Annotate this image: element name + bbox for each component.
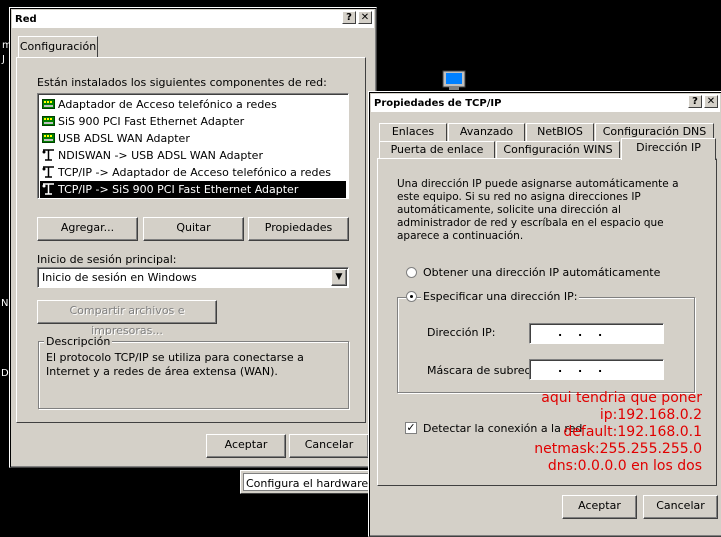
annotation-line: dns:0.0.0.0 en los dos <box>547 458 702 474</box>
add-button[interactable]: Agregar... <box>37 217 138 241</box>
network-adapter-icon <box>42 98 55 110</box>
properties-button[interactable]: Propiedades <box>248 217 349 241</box>
radio-auto-ip[interactable] <box>406 267 417 278</box>
tcpip-window-titlebar[interactable]: Propiedades de TCP/IP ? ✕ <box>371 94 720 112</box>
tab-puerta-enlace[interactable]: Puerta de enlace <box>379 141 495 159</box>
ip-address-dots: . . . <box>558 326 609 339</box>
desktop-fragment: J <box>2 54 5 65</box>
annotation-line: aqui tendria que poner <box>541 390 702 406</box>
close-button[interactable]: ✕ <box>704 95 718 108</box>
help-button[interactable]: ? <box>688 95 702 108</box>
ok-button[interactable]: Aceptar <box>206 434 286 458</box>
desktop-fragment: N <box>1 298 9 309</box>
cancel-button[interactable]: Cancelar <box>289 434 369 458</box>
chevron-down-icon[interactable]: ▼ <box>331 269 347 286</box>
list-item[interactable]: USB ADSL WAN Adapter <box>40 130 346 147</box>
components-list[interactable]: Adaptador de Acceso telefónico a redes Si… <box>37 93 349 199</box>
tcpip-window: Propiedades de TCP/IP ? ✕ Enlaces Avanza… <box>368 91 721 537</box>
subnet-mask-field[interactable]: . . . <box>529 359 664 380</box>
user-annotation: aqui tendria que poner ip:192.168.0.2 defa… <box>534 390 702 475</box>
network-window-titlebar[interactable]: Red ? ✕ <box>12 10 374 28</box>
tab-config-wins[interactable]: Configuración WINS <box>496 141 620 159</box>
detect-connection-checkbox[interactable]: ✓ <box>405 422 417 434</box>
intro-text: Una dirección IP puede asignarse automát… <box>397 178 679 242</box>
list-item-label: TCP/IP -> Adaptador de Acceso telefónico… <box>58 166 331 179</box>
list-item-label: NDISWAN -> USB ADSL WAN Adapter <box>58 149 263 162</box>
network-adapter-icon <box>42 115 55 127</box>
annotation-line: ip:192.168.0.2 <box>599 407 702 423</box>
radio-manual-ip[interactable] <box>406 291 417 302</box>
annotation-line: default:192.168.0.1 <box>563 424 702 440</box>
list-item[interactable]: TCP/IP -> SiS 900 PCI Fast Ethernet Adap… <box>40 181 346 198</box>
tab-direccion-ip[interactable]: Dirección IP <box>621 138 716 160</box>
list-item-label: SiS 900 PCI Fast Ethernet Adapter <box>58 115 245 128</box>
tab-netbios[interactable]: NetBIOS <box>526 123 594 141</box>
subnet-mask-label: Máscara de subred: <box>427 364 536 377</box>
desktop-fragment: D <box>1 368 9 379</box>
list-item-label: TCP/IP -> SiS 900 PCI Fast Ethernet Adap… <box>58 183 299 196</box>
window-title: Propiedades de TCP/IP <box>374 97 502 109</box>
list-item[interactable]: Adaptador de Acceso telefónico a redes <box>40 96 346 113</box>
ip-address-field[interactable]: . . . <box>529 323 664 344</box>
list-item-label: USB ADSL WAN Adapter <box>58 132 190 145</box>
tab-configuracion[interactable]: Configuración <box>18 36 98 58</box>
monitor-icon[interactable] <box>441 70 467 92</box>
description-title: Descripción <box>44 335 113 348</box>
logon-select-value: Inicio de sesión en Windows <box>42 271 197 284</box>
network-window: Red ? ✕ Configuración Están instalados l… <box>9 7 377 468</box>
list-item[interactable]: SiS 900 PCI Fast Ethernet Adapter <box>40 113 346 130</box>
share-files-button[interactable]: Compartir archivos e impresoras... <box>37 300 217 337</box>
logon-label: Inicio de sesión principal: <box>37 253 177 266</box>
help-button[interactable]: ? <box>342 11 356 24</box>
list-item[interactable]: TCP/IP -> Adaptador de Acceso telefónico… <box>40 164 346 181</box>
ip-address-label: Dirección IP: <box>427 326 496 339</box>
list-item-label: Adaptador de Acceso telefónico a redes <box>58 98 277 111</box>
close-button[interactable]: ✕ <box>358 11 372 24</box>
tooltip-text: Configura el hardware y <box>246 477 379 490</box>
cancel-button[interactable]: Cancelar <box>643 495 718 519</box>
tab-enlaces[interactable]: Enlaces <box>379 123 447 141</box>
tab-avanzado[interactable]: Avanzado <box>448 123 525 141</box>
protocol-icon <box>42 166 55 178</box>
list-item[interactable]: NDISWAN -> USB ADSL WAN Adapter <box>40 147 346 164</box>
window-title: Red <box>15 13 37 25</box>
remove-button[interactable]: Quitar <box>143 217 244 241</box>
network-adapter-icon <box>42 132 55 144</box>
protocol-icon <box>42 149 55 161</box>
radio-auto-ip-label: Obtener una dirección IP automáticamente <box>423 266 661 279</box>
ok-button[interactable]: Aceptar <box>562 495 637 519</box>
hardware-tooltip[interactable]: Configura el hardware y <box>240 470 378 494</box>
protocol-icon <box>42 183 55 195</box>
radio-manual-ip-label: Especificar una dirección IP: <box>421 290 580 303</box>
annotation-line: netmask:255.255.255.0 <box>534 441 702 457</box>
logon-select[interactable]: Inicio de sesión en Windows ▼ <box>37 267 349 288</box>
installed-label: Están instalados los siguientes componen… <box>37 76 327 89</box>
subnet-mask-dots: . . . <box>558 362 609 375</box>
description-text: El protocolo TCP/IP se utiliza para cone… <box>46 351 304 378</box>
